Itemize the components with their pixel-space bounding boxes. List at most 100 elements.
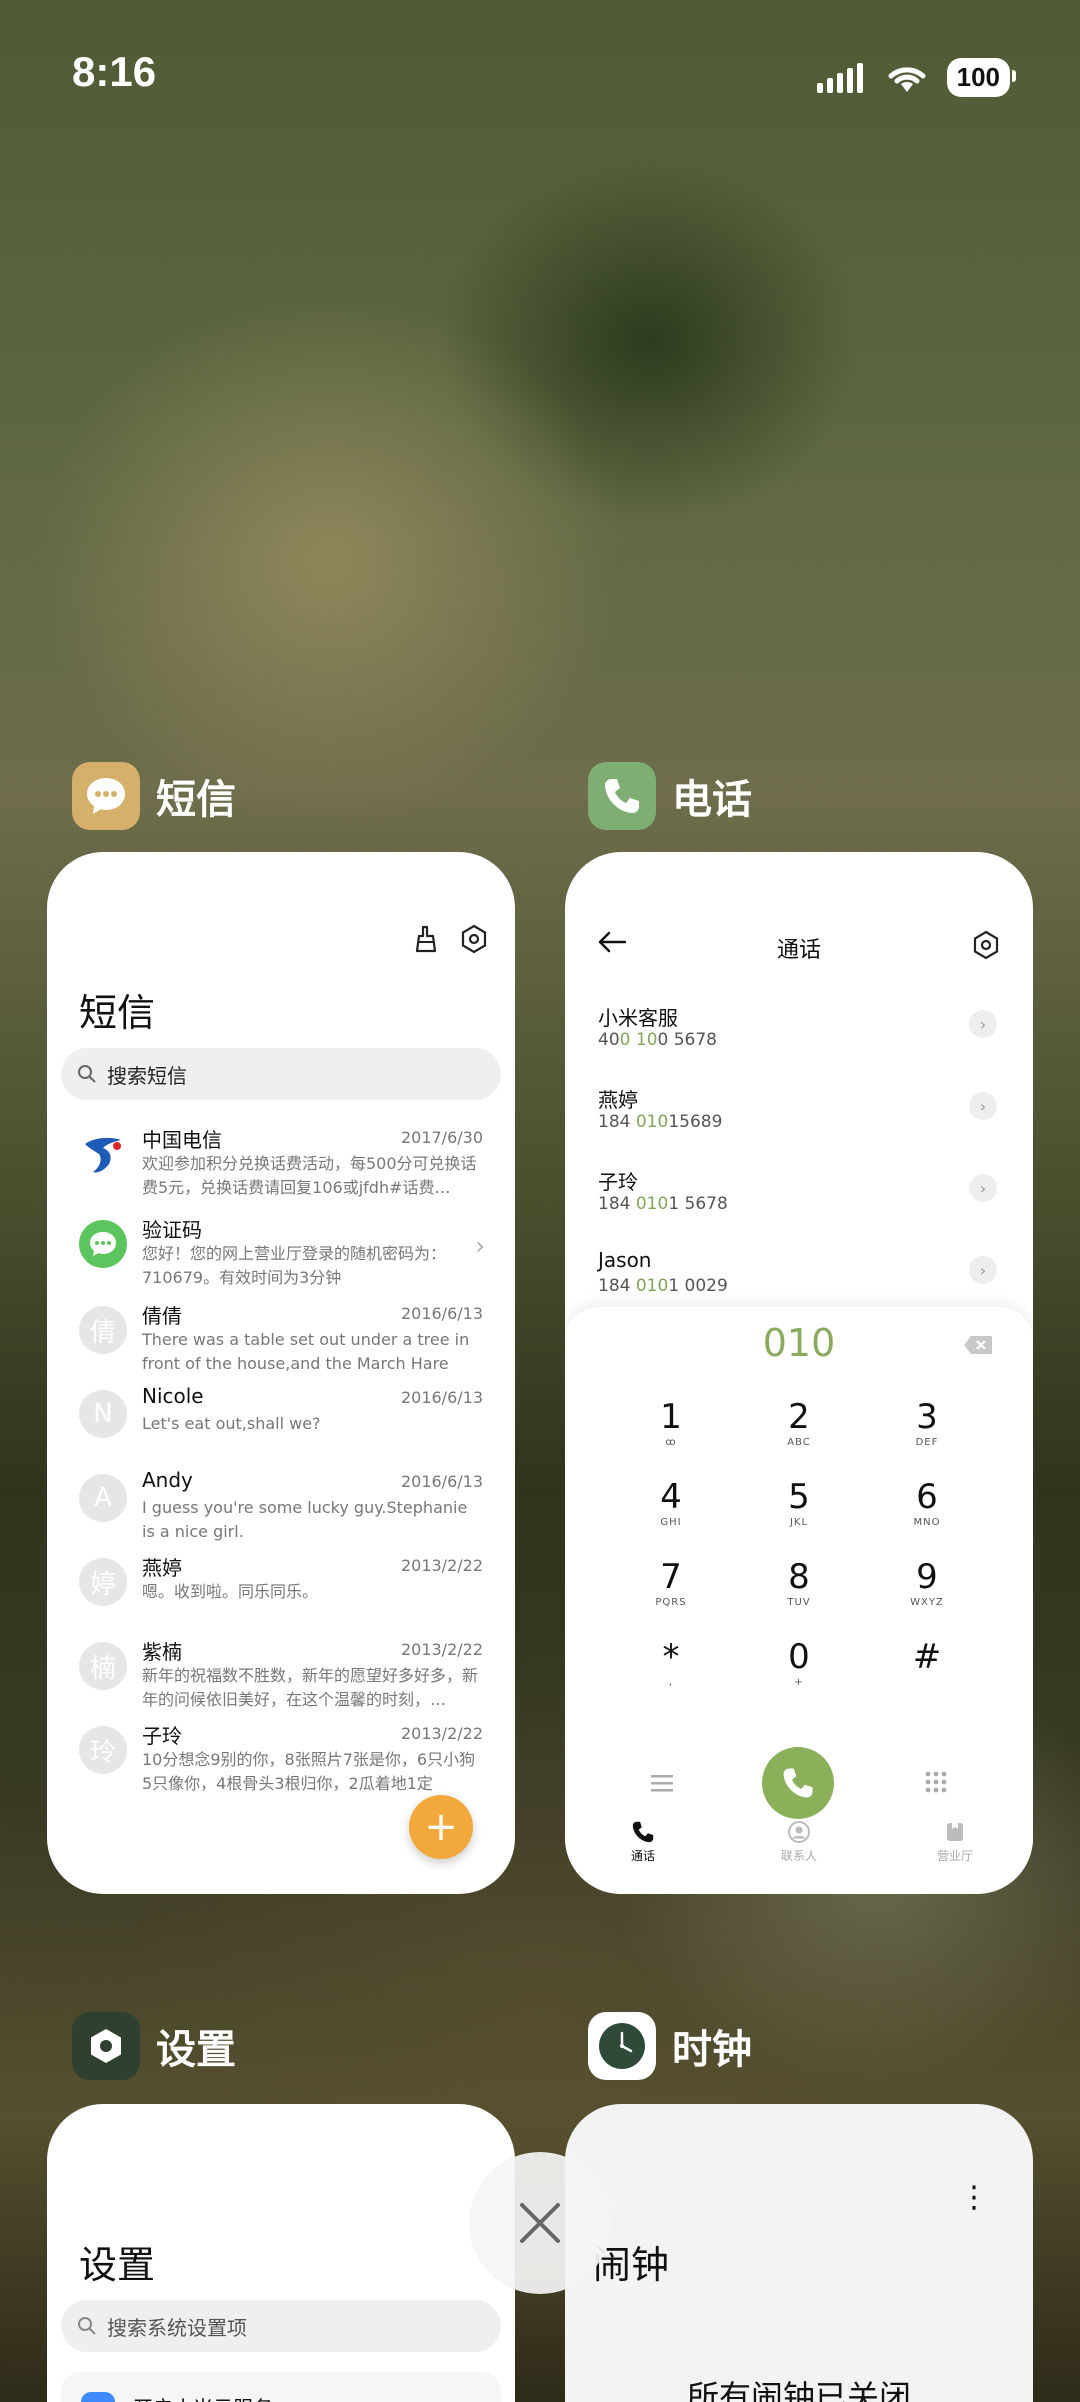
- status-bar: 8:16 100: [0, 0, 1080, 150]
- menu-icon[interactable]: [651, 1773, 673, 1793]
- app-name-clock: 时钟: [672, 2027, 752, 2073]
- search-icon: [78, 1065, 96, 1083]
- cloud-icon: [81, 2392, 115, 2402]
- chevron-right-icon[interactable]: ›: [969, 1092, 997, 1120]
- china-telecom-logo-icon: [79, 1130, 127, 1178]
- message-date: 2013/2/22: [400, 1640, 483, 1659]
- phone-app-card[interactable]: 通话 小米客服 400 100 5678 › 燕婷 184 01015689 ›…: [565, 852, 1033, 1894]
- dial-key[interactable]: *,: [607, 1637, 735, 1707]
- message-preview: There was a table set out under a tree i…: [142, 1330, 470, 1373]
- message-preview: 10分想念9别的你，8张照片7张是你，6只小狗5只像你，4根骨头3根归你，2瓜着…: [142, 1750, 476, 1793]
- settings-app-card[interactable]: 设置 搜索系统设置项 开启小米云服务: [47, 2104, 515, 2402]
- wifi-icon: [888, 66, 926, 92]
- tab-label: 通话: [630, 1849, 655, 1863]
- battery-indicator: 100: [946, 58, 1017, 97]
- app-header-clock[interactable]: 时钟: [588, 2012, 752, 2080]
- contact-icon: [788, 1821, 810, 1843]
- tab-contacts[interactable]: 联系人: [739, 1820, 859, 1864]
- chevron-right-icon: ›: [475, 1232, 485, 1260]
- clean-icon[interactable]: [411, 924, 441, 954]
- list-item[interactable]: 验证码 您好！您的网上营业厅登录的随机密码为：710679。有效时间为3分钟 ›: [47, 1214, 515, 1298]
- settings-app-icon: [72, 2012, 140, 2080]
- dial-key[interactable]: 5 JKL: [735, 1477, 863, 1547]
- message-date: 2016/6/13: [400, 1388, 483, 1407]
- dial-key[interactable]: 7 PQRS: [607, 1557, 735, 1627]
- verification-chat-icon: [79, 1220, 127, 1268]
- message-preview: Let's eat out,shall we?: [142, 1414, 321, 1433]
- list-item[interactable]: 中国电信 2017/6/30 欢迎参加积分兑换话费活动，每500分可兑换话费5元…: [47, 1124, 515, 1208]
- dial-key[interactable]: 4 GHI: [607, 1477, 735, 1547]
- clock-app-card[interactable]: ⋮ 闹钟 所有闹钟已关闭: [565, 2104, 1033, 2402]
- app-name-phone: 电话: [672, 777, 752, 823]
- settings-search-placeholder: 搜索系统设置项: [107, 2315, 247, 2340]
- contact-name: 子玲: [598, 1170, 638, 1194]
- xiaomi-cloud-row[interactable]: 开启小米云服务: [61, 2372, 501, 2402]
- contact-number: 184 0101 5678: [598, 1194, 728, 1214]
- list-item[interactable]: 燕婷 184 01015689 ›: [565, 1084, 1033, 1166]
- list-item[interactable]: 楠 紫楠 2013/2/22 新年的祝福数不胜数，新年的愿望好多好多，新年的问候…: [47, 1636, 515, 1720]
- phone-app-icon: [588, 762, 656, 830]
- message-preview: 嗯。收到啦。同乐同乐。: [142, 1582, 319, 1601]
- tab-label: 营业厅: [936, 1849, 973, 1863]
- list-item[interactable]: 子玲 184 0101 5678 ›: [565, 1166, 1033, 1248]
- contact-number: 400 100 5678: [598, 1030, 717, 1050]
- message-sender: 中国电信: [142, 1128, 222, 1152]
- backspace-icon[interactable]: [963, 1335, 993, 1355]
- sms-app-card[interactable]: 短信 搜索短信 中国电信 2017/6/30 欢迎参加积分兑换话费活动，每500…: [47, 852, 515, 1894]
- sms-page-title: 短信: [79, 991, 156, 1035]
- list-item[interactable]: 婷 燕婷 2013/2/22 嗯。收到啦。同乐同乐。: [47, 1552, 515, 1636]
- settings-icon[interactable]: [459, 924, 489, 954]
- dial-key[interactable]: 6 MNO: [863, 1477, 991, 1547]
- settings-icon[interactable]: [971, 930, 1001, 960]
- app-name-sms: 短信: [156, 777, 236, 823]
- contact-name: 燕婷: [598, 1088, 638, 1112]
- dialpad-actions: [565, 1747, 1033, 1827]
- message-date: 2017/6/30: [400, 1128, 483, 1147]
- list-item[interactable]: A Andy 2016/6/13 I guess you're some luc…: [47, 1468, 515, 1552]
- avatar: 倩: [79, 1306, 127, 1354]
- contact-suggestions: 小米客服 400 100 5678 › 燕婷 184 01015689 › 子玲…: [565, 1002, 1033, 1330]
- message-preview: 您好！您的网上营业厅登录的随机密码为：710679。有效时间为3分钟: [142, 1244, 447, 1287]
- call-button[interactable]: [762, 1747, 834, 1819]
- more-options-icon[interactable]: ⋮: [959, 2180, 989, 2215]
- tab-calls[interactable]: 通话: [583, 1820, 703, 1864]
- tab-service-hall[interactable]: 营业厅: [895, 1820, 1015, 1864]
- dialpad-toggle-icon[interactable]: [925, 1771, 947, 1793]
- message-preview: I guess you're some lucky guy.Stephanie …: [142, 1498, 468, 1541]
- chevron-right-icon[interactable]: ›: [969, 1256, 997, 1284]
- message-sender: 倩倩: [142, 1304, 182, 1328]
- phone-icon: [783, 1768, 813, 1798]
- dial-key[interactable]: 8 TUV: [735, 1557, 863, 1627]
- list-item[interactable]: 倩 倩倩 2016/6/13 There was a table set out…: [47, 1300, 515, 1384]
- search-icon: [78, 2317, 96, 2335]
- sms-search-input[interactable]: 搜索短信: [61, 1048, 501, 1100]
- sms-toolbar: [411, 924, 489, 954]
- avatar: N: [79, 1390, 127, 1438]
- list-item[interactable]: 小米客服 400 100 5678 ›: [565, 1002, 1033, 1084]
- sms-message-list: 中国电信 2017/6/30 欢迎参加积分兑换话费活动，每500分可兑换话费5元…: [47, 1124, 515, 1804]
- chevron-right-icon[interactable]: ›: [969, 1174, 997, 1202]
- list-item[interactable]: 玲 子玲 2013/2/22 10分想念9别的你，8张照片7张是你，6只小狗5只…: [47, 1720, 515, 1804]
- dial-key[interactable]: 2 ABC: [735, 1397, 863, 1467]
- settings-search-input[interactable]: 搜索系统设置项: [61, 2300, 501, 2352]
- chevron-right-icon[interactable]: ›: [969, 1010, 997, 1038]
- message-sender: 紫楠: [142, 1640, 182, 1664]
- new-message-button[interactable]: +: [409, 1795, 473, 1859]
- message-sender: Andy: [142, 1468, 193, 1492]
- contact-number: 184 0101 0029: [598, 1276, 728, 1296]
- sms-app-icon: [72, 762, 140, 830]
- dial-key[interactable]: 1ꝏ: [607, 1397, 735, 1467]
- signal-icon: [816, 62, 863, 93]
- dial-key[interactable]: 0 +: [735, 1637, 863, 1707]
- app-header-sms[interactable]: 短信: [72, 762, 236, 830]
- clear-all-button[interactable]: [469, 2152, 611, 2294]
- list-item[interactable]: N Nicole 2016/6/13 Let's eat out,shall w…: [47, 1384, 515, 1468]
- app-header-phone[interactable]: 电话: [588, 762, 752, 830]
- dial-key[interactable]: 9 WXYZ: [863, 1557, 991, 1627]
- clock-app-icon: [588, 2012, 656, 2080]
- tab-label: 联系人: [780, 1849, 817, 1863]
- dial-key[interactable]: 3 DEF: [863, 1397, 991, 1467]
- dial-key[interactable]: #: [863, 1637, 991, 1707]
- app-header-settings[interactable]: 设置: [72, 2012, 236, 2080]
- row-label: 开启小米云服务: [133, 2392, 273, 2402]
